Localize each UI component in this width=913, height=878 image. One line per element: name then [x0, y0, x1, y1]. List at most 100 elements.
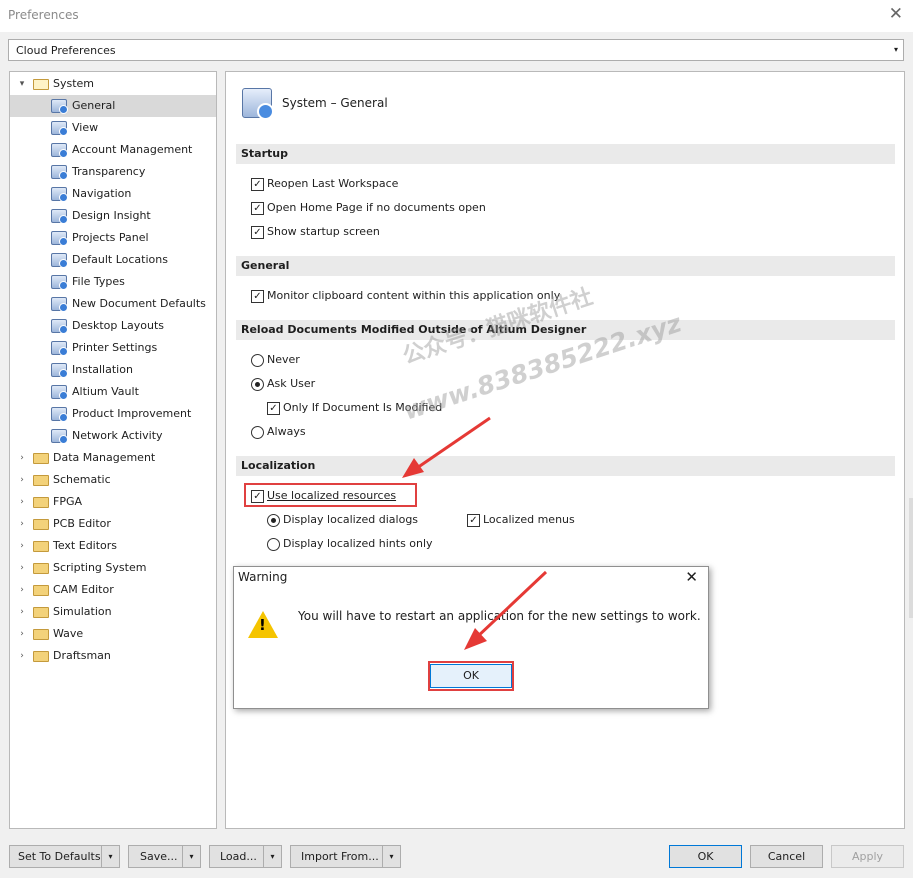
- chevron-right-icon[interactable]: ›: [17, 623, 27, 645]
- chevron-right-icon[interactable]: ›: [17, 491, 27, 513]
- settings-page-icon: [51, 143, 68, 158]
- radio-icon[interactable]: [267, 514, 280, 527]
- checkbox-icon[interactable]: ✓: [251, 202, 264, 215]
- folder-icon: [33, 541, 49, 552]
- tree-item-projects-panel[interactable]: Projects Panel: [10, 227, 216, 249]
- close-icon[interactable]: ✕: [889, 4, 903, 24]
- set-to-defaults-button[interactable]: Set To Defaults ▾: [9, 845, 120, 868]
- chevron-down-icon[interactable]: ▾: [17, 73, 27, 95]
- chevron-right-icon[interactable]: ›: [17, 469, 27, 491]
- tree-item-label: CAM Editor: [53, 583, 114, 596]
- section-localization: Localization: [236, 456, 895, 476]
- tree-item-design-insight[interactable]: Design Insight: [10, 205, 216, 227]
- tree-item-label: File Types: [72, 275, 125, 288]
- profile-combo-value: Cloud Preferences: [16, 44, 116, 57]
- save-button[interactable]: Save... ▾: [128, 845, 201, 868]
- tree-item-pcb-editor[interactable]: › PCB Editor: [10, 513, 216, 535]
- chevron-down-icon[interactable]: ▾: [263, 846, 281, 867]
- tree-item-text-editors[interactable]: › Text Editors: [10, 535, 216, 557]
- tree-item-label: Network Activity: [72, 429, 163, 442]
- folder-icon: [33, 607, 49, 618]
- radio-icon[interactable]: [251, 426, 264, 439]
- load-button[interactable]: Load... ▾: [209, 845, 282, 868]
- apply-button[interactable]: Apply: [831, 845, 904, 868]
- tree-item-label: View: [72, 121, 99, 134]
- checkbox-icon[interactable]: ✓: [251, 226, 264, 239]
- tree-item-transparency[interactable]: Transparency: [10, 161, 216, 183]
- tree-item-installation[interactable]: Installation: [10, 359, 216, 381]
- ok-button[interactable]: OK: [669, 845, 742, 868]
- settings-page-icon: [51, 297, 68, 312]
- chevron-down-icon[interactable]: ▾: [182, 846, 200, 867]
- tree-item-label: New Document Defaults: [72, 297, 206, 310]
- tree-item-network-activity[interactable]: Network Activity: [10, 425, 216, 447]
- settings-page-icon: [51, 407, 68, 422]
- chevron-right-icon[interactable]: ›: [17, 513, 27, 535]
- chevron-down-icon[interactable]: ▾: [382, 846, 400, 867]
- tree-item-product-improvement[interactable]: Product Improvement: [10, 403, 216, 425]
- section-reload-documents: Reload Documents Modified Outside of Alt…: [236, 320, 895, 340]
- tree-item-wave[interactable]: › Wave: [10, 623, 216, 645]
- radio-icon[interactable]: [251, 378, 264, 391]
- chevron-right-icon[interactable]: ›: [17, 601, 27, 623]
- tree-item-label: Account Management: [72, 143, 193, 156]
- tree-item-label: FPGA: [53, 495, 83, 508]
- tree-item-label: Schematic: [53, 473, 111, 486]
- tree-item-label: Data Management: [53, 451, 156, 464]
- folder-icon: [33, 585, 49, 596]
- tree-item-file-types[interactable]: File Types: [10, 271, 216, 293]
- chevron-right-icon[interactable]: ›: [17, 535, 27, 557]
- highlight-use-localized: [244, 483, 417, 507]
- warning-message: You will have to restart an application …: [298, 609, 701, 623]
- import-from-button[interactable]: Import From... ▾: [290, 845, 401, 868]
- tree-item-desktop-layouts[interactable]: Desktop Layouts: [10, 315, 216, 337]
- settings-page-icon: [51, 341, 68, 356]
- tree-item-navigation[interactable]: Navigation: [10, 183, 216, 205]
- chevron-right-icon[interactable]: ›: [17, 557, 27, 579]
- tree-item-scripting-system[interactable]: › Scripting System: [10, 557, 216, 579]
- preferences-profile-combo[interactable]: Cloud Preferences ▾: [8, 39, 904, 61]
- checkbox-icon[interactable]: ✓: [467, 514, 480, 527]
- tree-item-label: System: [53, 77, 95, 90]
- tree-item-view[interactable]: View: [10, 117, 216, 139]
- tree-item-account-management[interactable]: Account Management: [10, 139, 216, 161]
- tree-item-label: Navigation: [72, 187, 132, 200]
- title-bar: Preferences ✕: [0, 0, 913, 32]
- tree-item-printer-settings[interactable]: Printer Settings: [10, 337, 216, 359]
- preferences-tree[interactable]: ▾ System General View Account Management Tran…: [9, 71, 217, 829]
- settings-page-icon: [51, 231, 68, 246]
- cancel-button[interactable]: Cancel: [750, 845, 823, 868]
- tree-item-data-management[interactable]: › Data Management: [10, 447, 216, 469]
- chevron-right-icon[interactable]: ›: [17, 579, 27, 601]
- tree-item-simulation[interactable]: › Simulation: [10, 601, 216, 623]
- radio-icon[interactable]: [267, 538, 280, 551]
- tree-item-new-document-defaults[interactable]: New Document Defaults: [10, 293, 216, 315]
- tree-item-label: General: [72, 99, 116, 112]
- window-edge-scrollbar[interactable]: [909, 498, 913, 618]
- radio-icon[interactable]: [251, 354, 264, 367]
- tree-item-fpga[interactable]: › FPGA: [10, 491, 216, 513]
- chevron-down-icon[interactable]: ▾: [101, 846, 119, 867]
- tree-item-label: PCB Editor: [53, 517, 111, 530]
- checkbox-icon[interactable]: ✓: [251, 290, 264, 303]
- tree-item-general[interactable]: General: [10, 95, 216, 117]
- chevron-right-icon[interactable]: ›: [17, 645, 27, 667]
- tree-item-schematic[interactable]: › Schematic: [10, 469, 216, 491]
- tree-item-default-locations[interactable]: Default Locations: [10, 249, 216, 271]
- chevron-right-icon[interactable]: ›: [17, 447, 27, 469]
- settings-panel: System – General Startup ✓ Reopen Last Wo…: [225, 71, 905, 829]
- checkbox-icon[interactable]: ✓: [251, 178, 264, 191]
- close-icon[interactable]: ✕: [685, 568, 698, 586]
- tree-item-draftsman[interactable]: › Draftsman: [10, 645, 216, 667]
- tree-item-altium-vault[interactable]: Altium Vault: [10, 381, 216, 403]
- tree-item-label: Wave: [53, 627, 84, 640]
- highlight-ok-button: [428, 661, 514, 691]
- settings-page-icon: [51, 275, 68, 290]
- settings-page-icon: [51, 363, 68, 378]
- tree-item-system[interactable]: ▾ System: [10, 73, 216, 95]
- tree-item-cam-editor[interactable]: › CAM Editor: [10, 579, 216, 601]
- checkbox-icon[interactable]: ✓: [267, 402, 280, 415]
- chevron-down-icon[interactable]: ▾: [894, 45, 898, 54]
- tree-item-label: Installation: [72, 363, 133, 376]
- settings-page-icon: [51, 253, 68, 268]
